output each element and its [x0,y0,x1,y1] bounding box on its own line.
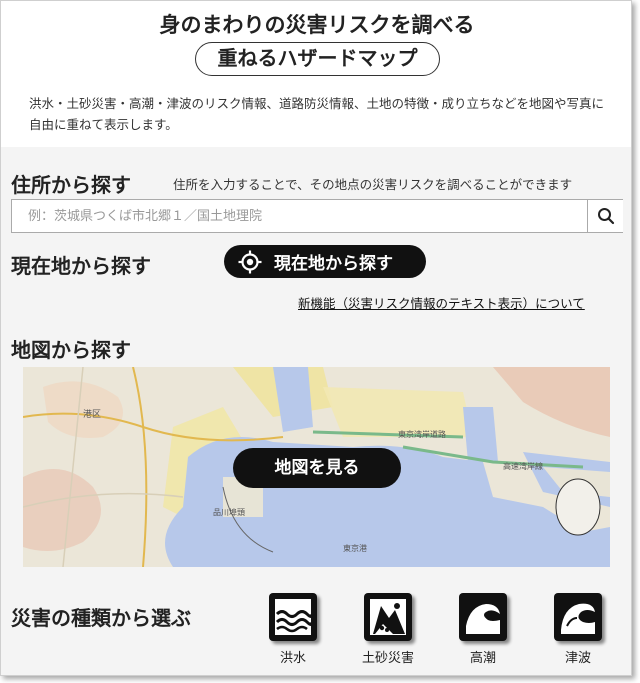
view-map-button[interactable]: 地図を見る [233,448,401,488]
current-location-section-title: 現在地から探す [11,254,151,278]
map-label: 品川埠頭 [213,508,245,517]
map-label: 東京港 [343,544,367,553]
service-name-badge: 重ねるハザードマップ [195,42,440,76]
map-label: 東京湾岸道路 [398,430,446,439]
disaster-item-label: 津波 [564,651,591,666]
page-frame: 身のまわりの災害リスクを調べる 重ねるハザードマップ 洪水・土砂災害・高潮・津波… [0,0,632,676]
address-section-title: 住所から探す [11,173,131,197]
current-location-button[interactable]: 現在地から探す [224,245,426,278]
map-section-title: 地図から探す [11,338,131,362]
crosshair-icon [238,250,262,273]
flood-icon [275,599,314,635]
map-label: 港区 [83,410,102,420]
search-button[interactable] [587,200,623,232]
disaster-item-landslide[interactable]: 土砂災害 [353,593,423,666]
address-search-input[interactable] [12,200,586,232]
storm-surge-icon [466,604,500,634]
current-location-button-label: 現在地から探す [274,254,393,274]
map-preview[interactable]: 港区 東京湾岸道路 高速湾岸線 東京港 品川埠頭 地図を見る [23,367,610,567]
service-description: 洪水・土砂災害・高潮・津波のリスク情報、道路防災情報、土地の特徴・成り立ちなどを… [29,96,605,132]
main-content: 住所から探す 住所を入力することで、その地点の災害リスクを調べることができます … [1,147,631,675]
disaster-item-flood[interactable]: 洪水 [258,593,328,666]
new-feature-link[interactable]: 新機能（災害リスク情報のテキスト表示）について [298,293,585,312]
disaster-type-section-title: 災害の種類から選ぶ [11,606,191,630]
disaster-item-tsunami[interactable]: 津波 [543,593,613,666]
disaster-item-storm-surge[interactable]: 高潮 [448,593,518,666]
landslide-icon [370,599,406,635]
address-section-note: 住所を入力することで、その地点の災害リスクを調べることができます [173,177,573,192]
map-label: 高速湾岸線 [503,462,543,471]
page-title: 身のまわりの災害リスクを調べる [159,13,475,37]
disaster-item-label: 高潮 [469,651,496,666]
tsunami-icon [561,603,595,634]
disaster-item-label: 土砂災害 [361,651,414,666]
search-icon [597,208,614,225]
disaster-item-label: 洪水 [279,651,306,666]
address-search-box [11,199,623,233]
header: 身のまわりの災害リスクを調べる 重ねるハザードマップ 洪水・土砂災害・高潮・津波… [1,1,631,147]
